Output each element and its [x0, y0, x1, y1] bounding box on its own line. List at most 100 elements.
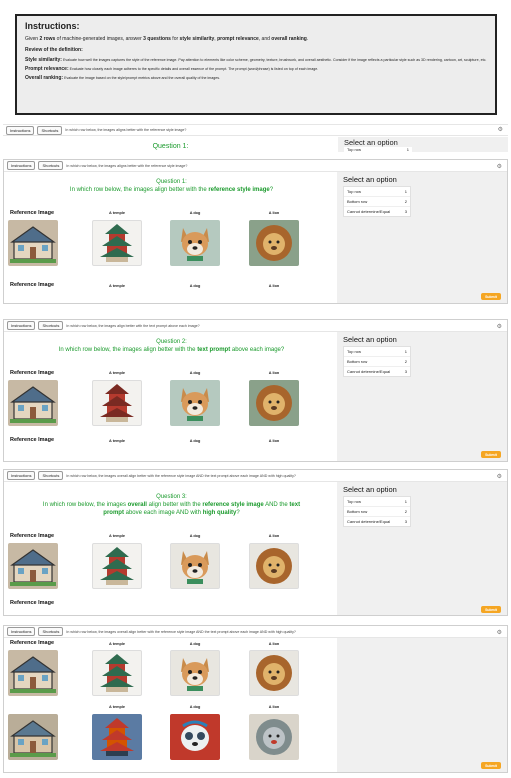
instructions-given: Given 2 rows of machine-generated images… — [25, 36, 309, 42]
instructions-button[interactable]: Instructions — [7, 627, 36, 636]
generated-house-image — [8, 714, 58, 760]
preview-option-panel: Select an option Top row 1 — [338, 137, 508, 152]
preview-toolbar: Instructions Shortcuts In which row belo… — [3, 124, 508, 136]
lion-image — [249, 220, 299, 266]
shortcuts-button[interactable]: Shortcuts — [38, 161, 64, 170]
submit-button[interactable]: Submit — [481, 762, 501, 769]
dog-image — [170, 220, 220, 266]
question-heading: Question 2: In which row below, the imag… — [58, 339, 285, 353]
instructions-button[interactable]: Instructions — [7, 471, 36, 480]
question-heading: Question 3: In which row below, the imag… — [42, 494, 301, 516]
prompt-label-dog: A dog — [189, 642, 201, 646]
toolbar-question: In which row below, the images align bet… — [66, 323, 200, 328]
generated-temple-image — [92, 714, 142, 760]
reference-label: Reference Image — [10, 210, 55, 216]
preview-question-title: Question 1: — [152, 143, 189, 150]
prompt-definition: Prompt relevance: Evaluate how closely e… — [25, 66, 319, 72]
reference-label: Reference Image — [10, 600, 55, 606]
prompt-label-dog: A dog — [189, 705, 201, 709]
reference-house-image — [8, 380, 58, 426]
toolbar-question: In which row below, the images overall a… — [66, 473, 296, 478]
temple-image — [92, 380, 142, 426]
option-panel — [337, 638, 507, 772]
reference-label: Reference Image — [10, 282, 55, 288]
option-equal[interactable]: Cannot determine/Equal 3 — [344, 367, 410, 376]
prompt-label-temple: A temple — [109, 371, 125, 375]
option-list: Top row 1 Bottom row 2 Cannot determine/Eq… — [343, 496, 411, 527]
toolbar: Instructions Shortcuts In which row belo… — [4, 626, 507, 638]
prompt-label-lion: A lion — [268, 284, 280, 288]
reference-house-image — [8, 543, 58, 589]
style-definition: Style similarity: Evaluate how well the … — [25, 57, 487, 63]
option-equal[interactable]: Cannot determine/Equal 3 — [344, 207, 410, 216]
preview-strip: Question 1: Select an option Top row 1 — [3, 137, 508, 152]
prompt-label-dog: A dog — [189, 284, 201, 288]
question2-panel: Instructions Shortcuts In which row belo… — [3, 319, 508, 462]
shortcuts-button[interactable]: Shortcuts — [38, 471, 64, 480]
preview-top-row[interactable]: Top row 1 — [344, 147, 412, 152]
toolbar: Instructions Shortcuts In which row belo… — [4, 320, 507, 332]
preview-select-title: Select an option — [344, 138, 398, 147]
lion-image — [249, 543, 299, 589]
reference-label: Reference Image — [10, 533, 55, 539]
select-title: Select an option — [343, 335, 397, 344]
toolbar-question: In which row below, the images aligns be… — [65, 128, 187, 132]
prompt-label-lion: A lion — [268, 211, 280, 215]
prompt-label-temple: A temple — [109, 642, 125, 646]
submit-button[interactable]: Submit — [481, 606, 501, 613]
prompt-label-lion: A lion — [268, 705, 280, 709]
option-panel: Select an option Top row 1 Bottom row 2 Ca… — [337, 482, 507, 615]
instructions-button[interactable]: Instructions — [7, 321, 36, 330]
select-title: Select an option — [343, 485, 397, 494]
question1-panel: Instructions Shortcuts In which row belo… — [3, 159, 508, 304]
toolbar-question: In which row below, the images aligns be… — [66, 163, 188, 168]
gear-icon[interactable]: ⚙ — [497, 473, 502, 480]
prompt-label-dog: A dog — [189, 371, 201, 375]
dog-image — [170, 380, 220, 426]
option-top-row[interactable]: Top row 1 — [344, 497, 410, 507]
select-title: Select an option — [343, 175, 397, 184]
option-list: Top row 1 Bottom row 2 Cannot determine/Eq… — [343, 346, 411, 377]
question-heading: Question 1: In which row below, the imag… — [69, 179, 274, 193]
option-top-row[interactable]: Top row 1 — [344, 347, 410, 357]
gear-icon[interactable]: ⚙ — [497, 323, 502, 330]
option-list: Top row 1 Bottom row 2 Cannot determine/Eq… — [343, 186, 411, 217]
prompt-label-lion: A lion — [268, 642, 280, 646]
prompt-label-temple: A temple — [109, 211, 125, 215]
shortcuts-button[interactable]: Shortcuts — [38, 627, 64, 636]
reference-house-image — [8, 650, 58, 696]
question3-panel: Instructions Shortcuts In which row belo… — [3, 469, 508, 616]
gear-icon[interactable]: ⚙ — [497, 163, 502, 170]
shortcuts-button[interactable]: Shortcuts — [37, 125, 63, 135]
temple-image — [92, 543, 142, 589]
generated-dog-image — [170, 714, 220, 760]
option-bottom-row[interactable]: Bottom row 2 — [344, 507, 410, 517]
prompt-label-temple: A temple — [109, 439, 125, 443]
gear-icon[interactable]: ⚙ — [498, 126, 503, 133]
lion-image — [249, 380, 299, 426]
toolbar: Instructions Shortcuts In which row belo… — [4, 160, 507, 172]
option-bottom-row[interactable]: Bottom row 2 — [344, 197, 410, 207]
prompt-label-lion: A lion — [268, 371, 280, 375]
overall-definition: Overall ranking: Evaluate the image base… — [25, 75, 221, 81]
instructions-button[interactable]: Instructions — [6, 125, 35, 135]
prompt-label-temple: A temple — [109, 705, 125, 709]
instructions-button[interactable]: Instructions — [7, 161, 36, 170]
dog-image — [170, 543, 220, 589]
question3-scrolled-panel: Instructions Shortcuts In which row belo… — [3, 625, 508, 773]
option-top-row[interactable]: Top row 1 — [344, 187, 410, 197]
submit-button[interactable]: Submit — [481, 293, 501, 300]
option-equal[interactable]: Cannot determine/Equal 3 — [344, 517, 410, 526]
gear-icon[interactable]: ⚙ — [497, 629, 502, 636]
reference-label: Reference Image — [10, 437, 55, 443]
review-heading: Review of the definition: — [25, 47, 83, 53]
instructions-box: Instructions: Given 2 rows of machine-ge… — [15, 14, 497, 115]
option-bottom-row[interactable]: Bottom row 2 — [344, 357, 410, 367]
submit-button[interactable]: Submit — [481, 451, 501, 458]
shortcuts-button[interactable]: Shortcuts — [38, 321, 64, 330]
toolbar-question: In which row below, the images overall a… — [66, 629, 296, 634]
prompt-label-lion: A lion — [268, 534, 280, 538]
reference-label: Reference Image — [10, 370, 55, 376]
reference-label: Reference Image — [10, 640, 55, 646]
option-panel: Select an option Top row 1 Bottom row 2 Ca… — [337, 332, 507, 461]
